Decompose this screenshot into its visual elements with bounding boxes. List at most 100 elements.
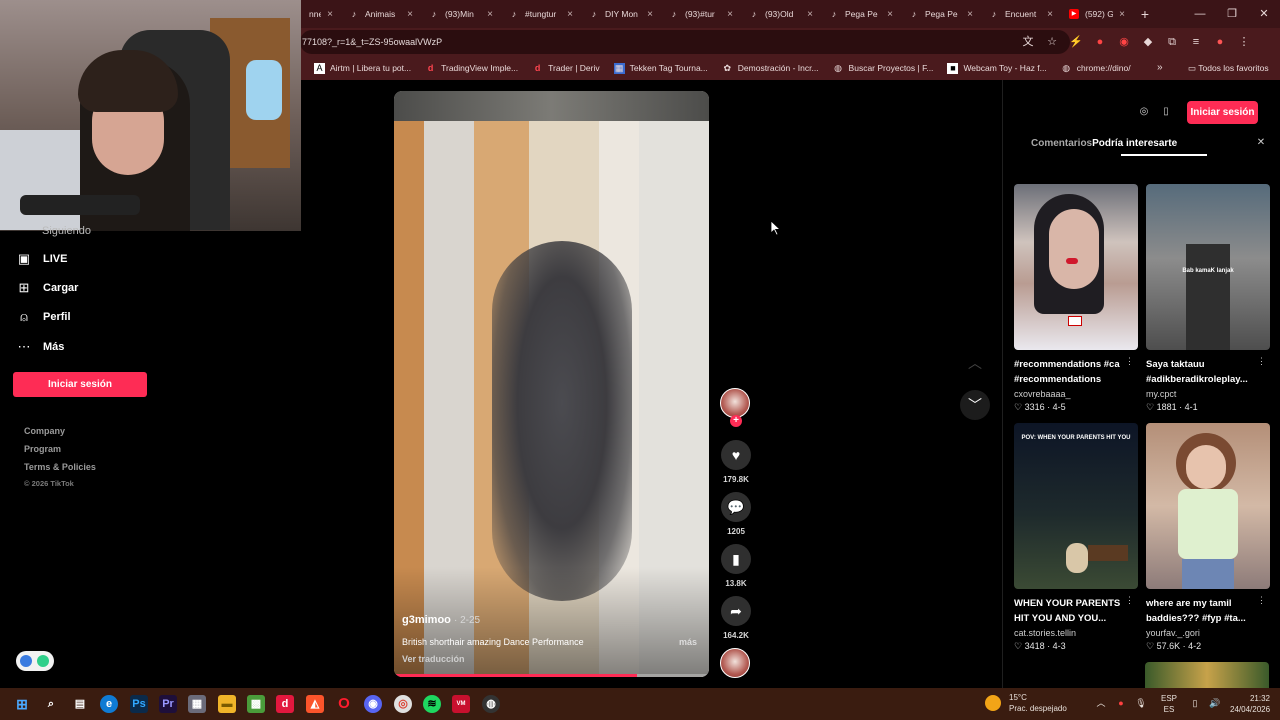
close-icon[interactable]: × xyxy=(1119,9,1125,20)
bookmark-item[interactable]: d TradingView Imple... xyxy=(425,63,518,74)
sidebar-item-live[interactable]: ▣ LIVE xyxy=(16,251,68,267)
bookmark-item[interactable]: d Trader | Deriv xyxy=(532,63,600,74)
video-progress[interactable] xyxy=(394,674,709,677)
menu-icon[interactable]: ⋮ xyxy=(1236,32,1252,52)
translate-link[interactable]: Ver traducción xyxy=(402,654,465,664)
recommended-video-card[interactable]: #recommendations #ca #recommendations ⋮ … xyxy=(1014,184,1138,413)
sidebar-item-profile[interactable]: ⍝ Perfil xyxy=(16,309,70,325)
puzzle-icon[interactable]: ⧉ xyxy=(1164,32,1180,52)
tab-recommended[interactable]: Podría interesarte xyxy=(1092,138,1177,149)
browser-tab-active[interactable]: ▶ (592) G × xyxy=(1061,0,1133,28)
more-icon[interactable]: ⋮ xyxy=(1257,356,1266,367)
chevron-down-icon[interactable]: ﹀ xyxy=(960,390,990,420)
bookmark-item[interactable]: A Airtm | Libera tu pot... xyxy=(314,62,411,74)
weather-widget[interactable]: 15°C Prac. despejado xyxy=(985,692,1067,714)
music-disc-icon[interactable] xyxy=(720,648,750,678)
profile-icon[interactable]: ● xyxy=(1212,32,1228,52)
save-button[interactable]: ▮ 13.8K xyxy=(718,544,754,588)
bookmark-item[interactable]: ▦ Tekken Tag Tourna... xyxy=(613,62,708,74)
windows-start-icon[interactable]: ⊞ xyxy=(13,695,31,713)
obs-icon[interactable]: ◍ xyxy=(482,695,500,713)
discord-icon[interactable]: ◉ xyxy=(364,695,382,713)
extension-icon[interactable]: ◆ xyxy=(1140,32,1156,52)
compass-icon[interactable]: ◎ xyxy=(1137,105,1151,119)
clock[interactable]: 21:32 24/04/2026 xyxy=(1230,693,1270,715)
new-tab-button[interactable]: + xyxy=(1133,6,1157,22)
tab-comments[interactable]: Comentarios xyxy=(1031,138,1092,149)
chevron-up-icon[interactable]: ︿ xyxy=(960,348,990,378)
follow-button[interactable]: + xyxy=(730,415,742,427)
more-icon[interactable]: ⋮ xyxy=(1125,356,1134,367)
edge-icon[interactable]: e xyxy=(100,695,118,713)
chevron-up-icon[interactable]: ︿ xyxy=(1094,696,1108,710)
bookmark-item[interactable]: ◍ Buscar Proyectos | F... xyxy=(833,63,933,74)
video-player[interactable]: g3mimoo · 2-25 British shorthair amazing… xyxy=(394,91,709,677)
share-button[interactable]: ➦ 164.2K xyxy=(718,596,754,640)
browser-tab[interactable]: ♪ Pega Pe × xyxy=(821,0,901,28)
browser-tab[interactable]: ♪ Encuent × xyxy=(981,0,1061,28)
browser-tab[interactable]: ♪ (93)#tur × xyxy=(661,0,741,28)
close-icon[interactable]: × xyxy=(487,9,493,20)
close-icon[interactable]: × xyxy=(807,9,813,20)
footer-link-terms[interactable]: Terms & Policies xyxy=(24,462,96,472)
close-icon[interactable]: × xyxy=(567,9,573,20)
chevron-right-icon[interactable]: » xyxy=(1157,56,1163,80)
close-icon[interactable]: × xyxy=(327,9,333,20)
translate-icon[interactable]: 文 xyxy=(1020,32,1036,52)
folder-icon[interactable]: ▬ xyxy=(218,695,236,713)
sidebar-item-following[interactable]: Siguiendo xyxy=(42,225,91,237)
chrome-icon[interactable]: ◎ xyxy=(394,695,412,713)
card-author[interactable]: my.cpct xyxy=(1146,389,1270,399)
search-icon[interactable]: ⌕ xyxy=(42,695,60,713)
panel-login-button[interactable]: Iniciar sesión xyxy=(1187,101,1258,124)
card-author[interactable]: yourfav._.gori xyxy=(1146,628,1270,638)
voicemeeter-icon[interactable]: VM xyxy=(452,695,470,713)
premiere-icon[interactable]: Pr xyxy=(159,695,177,713)
all-bookmarks-button[interactable]: ▭ Todos los favoritos xyxy=(1188,56,1269,80)
close-icon[interactable]: × xyxy=(727,9,733,20)
like-button[interactable]: ♥ 179.8K xyxy=(718,440,754,484)
address-bar[interactable]: 77108?_r=1&_t=ZS-95owaalVWzP xyxy=(300,30,1070,54)
photoshop-icon[interactable]: Ps xyxy=(130,695,148,713)
bookmark-item[interactable]: ◍ chrome://dino/ xyxy=(1061,63,1130,74)
language-indicator[interactable]: ESP ES xyxy=(1161,693,1177,715)
close-icon[interactable]: × xyxy=(1047,9,1053,20)
close-icon[interactable]: × xyxy=(967,9,973,20)
recommended-video-card[interactable]: Bab kamaK lanjak Saya taktauu #adikberad… xyxy=(1146,184,1270,413)
extension-icon[interactable]: ◉ xyxy=(1116,32,1132,52)
browser-tab[interactable]: ♪ (93)Old × xyxy=(741,0,821,28)
opera-icon[interactable]: O xyxy=(335,695,353,713)
card-author[interactable]: cat.stories.tellin xyxy=(1014,628,1138,638)
close-window-icon[interactable]: ✕ xyxy=(1248,0,1280,28)
recommended-video-card[interactable]: where are my tamil baddies??? #fyp #ta..… xyxy=(1146,423,1270,652)
video-author[interactable]: g3mimoo · 2-25 xyxy=(402,614,480,626)
footer-link-company[interactable]: Company xyxy=(24,426,65,436)
browser-tab[interactable]: ♪ #tungtur × xyxy=(501,0,581,28)
deriv-icon[interactable]: d xyxy=(276,695,294,713)
card-author[interactable]: cxovrebaaaa_ xyxy=(1014,389,1138,399)
network-icon[interactable]: ▯ xyxy=(1188,696,1202,710)
video-thumbnail[interactable] xyxy=(1145,662,1269,688)
minimize-icon[interactable]: — xyxy=(1184,0,1216,28)
extension-icon[interactable]: ● xyxy=(1092,32,1108,52)
bookmark-item[interactable]: ✿ Demostración - Incr... xyxy=(722,63,818,74)
more-icon[interactable]: ⋮ xyxy=(1125,595,1134,606)
microphone-icon[interactable]: 🎙 xyxy=(1134,696,1148,710)
browser-tab[interactable]: nne × xyxy=(301,0,341,28)
close-icon[interactable]: × xyxy=(407,9,413,20)
sidebar-item-more[interactable]: ⋯ Más xyxy=(16,339,65,355)
browser-tab[interactable]: ♪ Pega Pe × xyxy=(901,0,981,28)
close-icon[interactable]: × xyxy=(887,9,893,20)
footer-link-program[interactable]: Program xyxy=(24,444,61,454)
extension-icon[interactable]: ⚡ xyxy=(1068,32,1084,52)
brave-icon[interactable]: ◭ xyxy=(306,695,324,713)
recommended-video-card[interactable]: POV: WHEN YOUR PARENTS HIT YOU WHEN YOUR… xyxy=(1014,423,1138,652)
minecraft-icon[interactable]: ▩ xyxy=(247,695,265,713)
phone-icon[interactable]: ▯ xyxy=(1159,105,1173,119)
spotify-icon[interactable]: ≋ xyxy=(423,695,441,713)
close-icon[interactable]: × xyxy=(647,9,653,20)
store-icon[interactable]: ▦ xyxy=(188,695,206,713)
tray-app-icon[interactable]: ● xyxy=(1114,696,1128,710)
bookmark-item[interactable]: ■ Webcam Toy - Haz f... xyxy=(947,62,1047,74)
author-avatar[interactable] xyxy=(720,388,750,418)
